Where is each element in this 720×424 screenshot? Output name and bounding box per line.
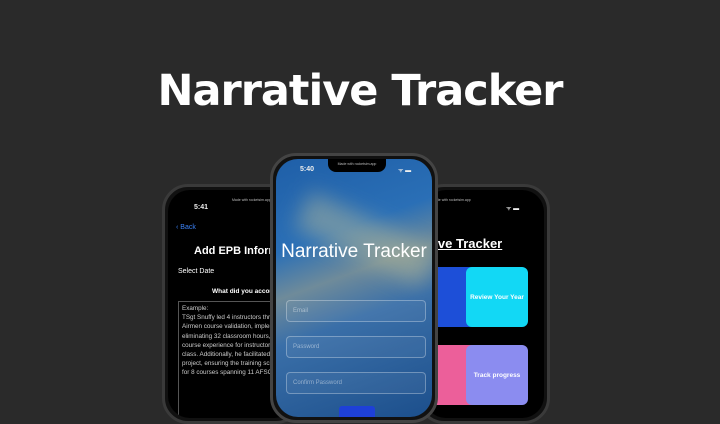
wifi-battery-icon: ᯤ ▬ [506, 206, 520, 212]
tile-review-your-year[interactable]: Review Your Year [466, 267, 528, 327]
password-field[interactable]: Password [286, 336, 426, 358]
email-field[interactable]: Email [286, 300, 426, 322]
status-time: 5:41 [194, 204, 209, 211]
page-title: Narrative Tracker [157, 66, 563, 116]
phone-screen: Made with rocketsim.app ᯤ ▬ Narrative Tr… [424, 190, 544, 418]
wifi-battery-icon: ᯤ ▬ [398, 168, 412, 174]
tile-track-progress[interactable]: Track progress [466, 345, 528, 405]
submit-button[interactable] [339, 406, 375, 417]
status-time: 5:40 [300, 166, 315, 173]
app-name: Narrative Tracker [281, 241, 427, 262]
phone-signup: Made with rocketsim.app 5:40 ᯤ ▬ Narrati… [270, 153, 438, 423]
back-label: Back [180, 224, 196, 231]
back-button[interactable]: ‹ Back [176, 224, 196, 231]
select-date-label[interactable]: Select Date [178, 268, 214, 275]
phone-screen: Made with rocketsim.app 5:40 ᯤ ▬ Narrati… [276, 159, 432, 417]
dynamic-island: Made with rocketsim.app [328, 159, 386, 172]
made-with-label: Made with rocketsim.app [232, 198, 271, 202]
background-blur [294, 191, 432, 287]
confirm-password-field[interactable]: Confirm Password [286, 372, 426, 394]
made-with-label: Made with rocketsim.app [337, 162, 377, 166]
